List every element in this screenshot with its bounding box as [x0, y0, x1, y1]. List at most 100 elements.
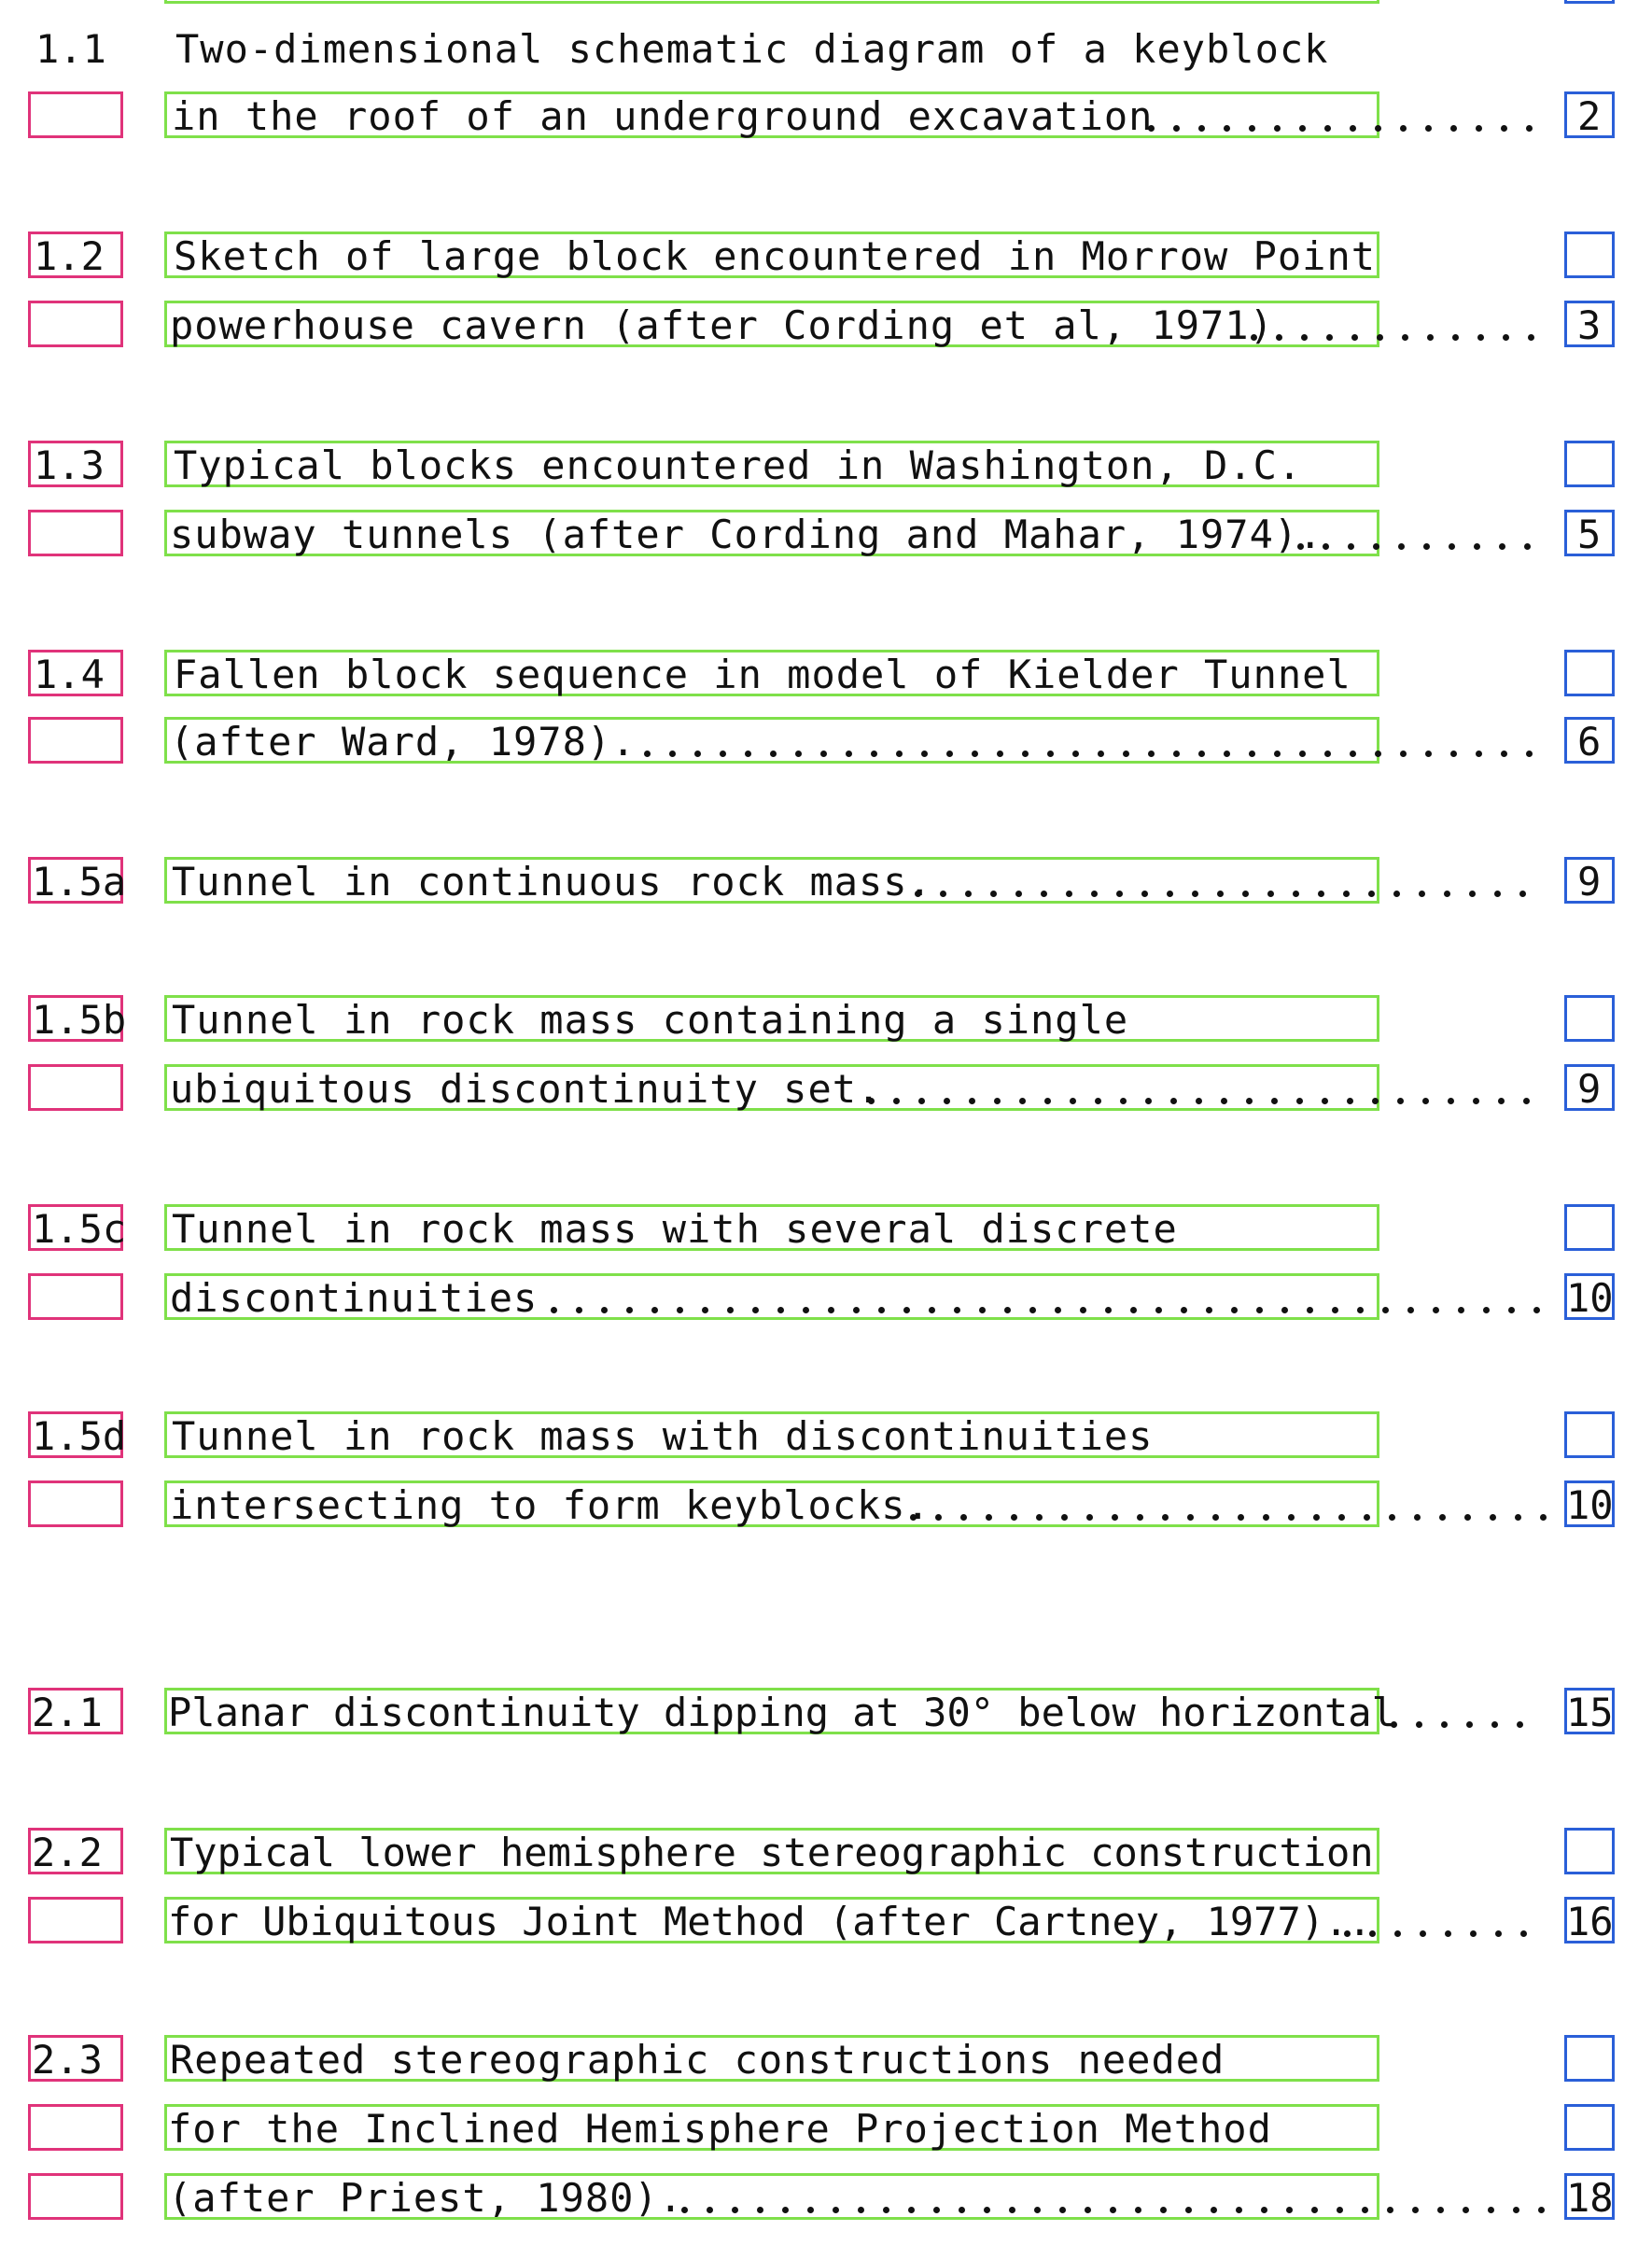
leader-dot: [1526, 751, 1533, 757]
page-box: [1564, 650, 1615, 696]
entry-line: Repeated stereographic constructions nee…: [170, 2037, 1225, 2083]
leader-dot: [1130, 1307, 1137, 1313]
leader-dot: [1372, 1098, 1379, 1104]
entry-line: Planar discontinuity dipping at 30° belo…: [168, 1690, 1395, 1735]
leader-dot: [1251, 334, 1257, 341]
leader-dot: [1307, 1307, 1313, 1313]
number-box: [28, 1273, 123, 1320]
leader-dot: [1324, 751, 1331, 757]
leader-dot: [915, 891, 921, 897]
leader-dot: [965, 891, 972, 897]
leader-dot: [1445, 1930, 1451, 1937]
leader-dot: [1338, 1514, 1345, 1521]
leader-dot: [1469, 891, 1476, 897]
leader-dot: [1444, 891, 1450, 897]
entry-line: Fallen block sequence in model of Kielde…: [174, 652, 1351, 697]
leader-dot: [990, 891, 997, 897]
leader-dot: [1470, 1930, 1477, 1937]
leader-dot: [1261, 2207, 1267, 2213]
leader-dot: [1019, 1098, 1026, 1104]
leader-dot: [896, 751, 903, 757]
leader-dot: [1351, 334, 1358, 341]
leader-dot: [1501, 125, 1507, 132]
leader-dot: [1528, 334, 1534, 341]
leader-dot: [1123, 751, 1129, 757]
page-number: 16: [1566, 1899, 1614, 1944]
entry-line: Typical blocks encountered in Washington…: [174, 442, 1303, 488]
leader-dot: [1323, 543, 1329, 550]
leader-dot: [1022, 751, 1029, 757]
leader-dot: [1364, 1514, 1370, 1521]
leader-dot: [1513, 2207, 1519, 2213]
leader-dot: [1538, 2207, 1545, 2213]
entry-line: (after Priest, 1980).: [168, 2175, 684, 2221]
entry-line: Tunnel in rock mass with several discret…: [172, 1206, 1178, 1252]
leader-dot: [878, 1307, 885, 1313]
leader-dot: [1221, 1098, 1227, 1104]
leader-dot: [908, 2207, 915, 2213]
entry-number: 2.3: [32, 2037, 103, 2083]
leader-dot: [1394, 1930, 1401, 1937]
leader-dot: [1072, 751, 1079, 757]
number-box: [28, 1897, 123, 1943]
leader-dot: [828, 1307, 834, 1313]
leader-dot: [1187, 1514, 1194, 1521]
leader-dot: [1095, 1098, 1101, 1104]
leader-dot: [795, 751, 802, 757]
leader-dot: [1231, 1307, 1238, 1313]
leader-dot: [944, 1098, 950, 1104]
leader-dot: [1326, 334, 1333, 341]
leader-dot: [1276, 334, 1282, 341]
page-box: [1564, 1828, 1615, 1874]
entry-line: subway tunnels (after Cording and Mahar,…: [170, 512, 1323, 557]
leader-dot: [1242, 891, 1249, 897]
leader-dot: [677, 1307, 683, 1313]
page-number: 18: [1566, 2175, 1614, 2221]
leader-dot: [1477, 334, 1484, 341]
leader-dot: [601, 1307, 608, 1313]
leader-dot: [1498, 1098, 1505, 1104]
leader-dot: [1337, 2207, 1343, 2213]
leader-dot: [1483, 1307, 1490, 1313]
leader-dot: [1476, 751, 1482, 757]
entry-number: 1.5c: [32, 1206, 127, 1252]
text-box-cropped: [164, 0, 1379, 4]
leader-dot: [1474, 543, 1480, 550]
leader-dot: [1185, 2207, 1192, 2213]
leader-dot: [959, 2207, 965, 2213]
leader-dot: [1313, 1514, 1320, 1521]
leader-dot: [1198, 751, 1205, 757]
leader-dot: [994, 1098, 1001, 1104]
leader-dot: [1173, 751, 1180, 757]
leader-dot: [979, 1307, 986, 1313]
page-box-cropped: [1564, 0, 1615, 4]
leader-dot: [1004, 1307, 1011, 1313]
leader-dot: [1196, 1098, 1202, 1104]
leader-dot: [871, 751, 877, 757]
leader-dot: [1397, 1098, 1404, 1104]
leader-dot: [1249, 751, 1255, 757]
leader-dot: [1009, 2207, 1015, 2213]
entry-number: 1.5b: [32, 997, 127, 1043]
leader-dot: [1181, 1307, 1187, 1313]
leader-dot: [1425, 751, 1432, 757]
leader-dot: [1491, 1721, 1498, 1728]
leader-dot: [1350, 125, 1356, 132]
leader-dot: [1433, 1307, 1439, 1313]
leader-dot: [1318, 891, 1324, 897]
leader-dot: [1271, 1098, 1278, 1104]
number-box: [28, 301, 123, 347]
entry-line: Tunnel in rock mass with discontinuities: [172, 1413, 1154, 1459]
leader-dot: [1044, 1098, 1051, 1104]
leader-dot: [1524, 543, 1531, 550]
leader-dot: [1206, 1307, 1212, 1313]
leader-dot: [803, 1307, 809, 1313]
leader-dot: [858, 2207, 864, 2213]
leader-dot: [1286, 2207, 1293, 2213]
leader-dot: [1070, 1098, 1076, 1104]
leader-dot: [1400, 751, 1407, 757]
leader-dot: [1369, 1930, 1376, 1937]
leader-dot: [1458, 1307, 1464, 1313]
page-number: 15: [1566, 1690, 1614, 1735]
leader-dot: [1350, 751, 1356, 757]
